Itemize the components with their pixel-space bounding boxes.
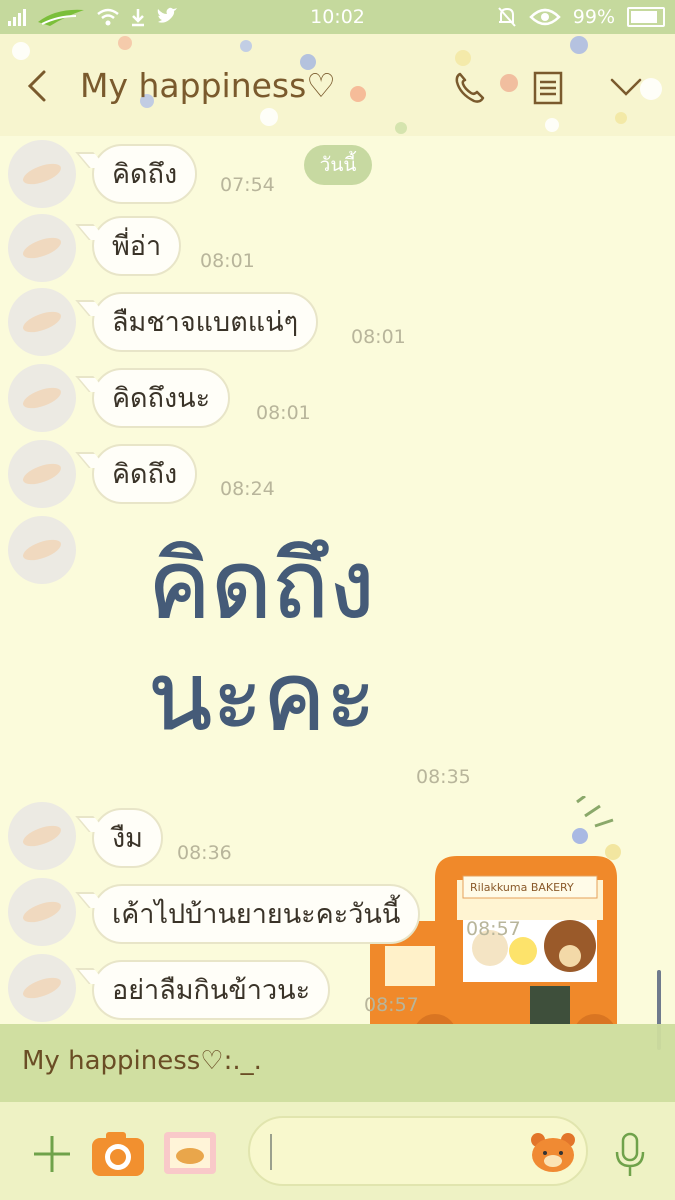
message-bubble[interactable]: งืม [92,808,163,868]
date-badge: วันนี้ [304,145,372,185]
back-icon[interactable] [22,66,50,106]
battery-percent: 99% [572,6,615,28]
sticker-line: คิดถึง [148,531,376,641]
message-time: 07:54 [220,174,275,196]
flower-decoration [118,36,132,50]
contact-avatar[interactable] [8,440,76,508]
contact-avatar[interactable] [8,364,76,432]
photo-icon[interactable] [162,1128,218,1178]
chevron-down-icon[interactable] [606,68,646,108]
message-time: 08:57 [364,994,419,1016]
message-time: 08:36 [177,842,232,864]
alarm-off-icon [498,7,516,27]
flower-decoration [570,36,588,54]
preview-text: My happiness♡:._. [22,1046,262,1076]
contact-avatar[interactable] [8,802,76,870]
message-time: 08:01 [256,402,311,424]
contact-avatar[interactable] [8,288,76,356]
flower-decoration [240,40,252,52]
input-bar [0,1102,675,1200]
message-time: 08:01 [200,250,255,272]
message-bubble[interactable]: เค้าไปบ้านยายนะคะวันนี้ [92,884,421,944]
contact-avatar[interactable] [8,214,76,282]
chat-header: My happiness♡ [0,34,675,136]
text-cursor [270,1134,272,1170]
mic-icon[interactable] [612,1132,648,1178]
message-bubble[interactable]: คิดถึงนะ [92,368,231,428]
message-preview-banner[interactable]: My happiness♡:._. [0,1024,675,1102]
plus-icon[interactable] [32,1134,72,1174]
contact-avatar[interactable] [8,878,76,946]
message-time: 08:01 [351,326,406,348]
text-sticker[interactable]: คิดถึง นะคะ [148,530,378,780]
notes-icon[interactable] [528,68,568,108]
flower-decoration [395,122,407,134]
flower-decoration [260,108,278,126]
message-time: 08:24 [220,478,275,500]
camera-icon[interactable] [90,1128,146,1178]
message-bubble[interactable]: ลืมชาจแบตแน่ๆ [92,292,319,352]
contact-avatar[interactable] [8,516,76,584]
sticker-line: นะคะ [148,643,377,753]
eye-icon [528,8,561,26]
message-bubble[interactable]: พี่อ่า [92,216,182,276]
bear-sticker-icon[interactable] [528,1128,578,1174]
message-bubble[interactable]: คิดถึง [92,444,198,504]
battery-icon [627,7,665,27]
flower-decoration [455,50,471,66]
contact-avatar[interactable] [8,954,76,1022]
message-time: 08:57 [466,918,521,940]
flower-decoration [545,118,559,132]
flower-decoration [350,86,366,102]
message-input[interactable] [248,1116,588,1186]
message-bubble[interactable]: คิดถึง [92,144,198,204]
flower-decoration [615,112,627,124]
flower-decoration [500,74,518,92]
chat-title: My happiness♡ [80,66,336,105]
message-bubble[interactable]: อย่าลืมกินข้าวนะ [92,960,331,1020]
truck-sign: Rilakkuma BAKERY [470,881,574,894]
status-bar: 10:02 99% [0,0,675,34]
message-time: 08:35 [416,766,471,788]
contact-avatar[interactable] [8,140,76,208]
phone-icon[interactable] [450,68,490,108]
flower-decoration [12,42,30,60]
